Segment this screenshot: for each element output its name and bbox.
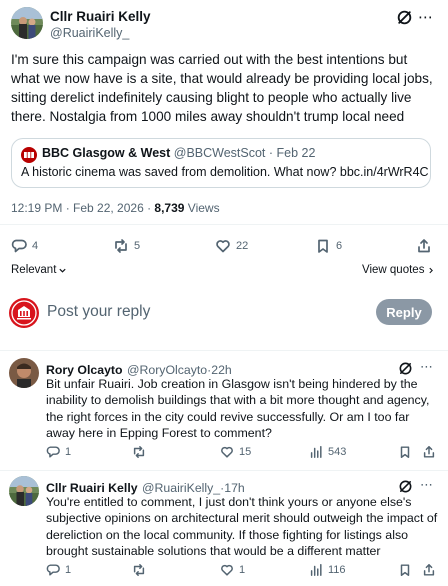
repost-action[interactable] (132, 445, 151, 459)
avatar-photo (11, 7, 43, 39)
like-action[interactable]: 1 (220, 563, 245, 577)
reply-action[interactable]: 1 (46, 445, 71, 459)
quoted-author-handle: @BBCWestScot (173, 146, 266, 160)
repost-icon (133, 564, 145, 576)
repost-icon (115, 239, 127, 253)
share-action[interactable] (422, 445, 436, 459)
views-label: Views (184, 201, 220, 215)
avatar-photo (9, 358, 39, 388)
bookmark-icon (400, 564, 410, 576)
share-icon (423, 446, 435, 458)
bookmark-action[interactable] (398, 563, 412, 577)
reply-author-handle[interactable]: @RoryOlcayto (127, 363, 207, 377)
like-count: 15 (239, 446, 252, 458)
share-action[interactable] (422, 563, 436, 577)
reply-time[interactable]: 17h (224, 481, 245, 495)
reply-author-name[interactable]: Rory Olcayto (46, 363, 123, 377)
reply-text: You're entitled to comment, I just don't… (46, 495, 438, 558)
view-quotes-link[interactable]: View quotes (362, 264, 435, 276)
author-name[interactable]: Cllr Ruairi Kelly (50, 9, 151, 24)
reply-author-handle[interactable]: @RuairiKelly_ (142, 481, 220, 495)
chevron-down-icon (59, 268, 67, 273)
views-count: 543 (328, 446, 347, 458)
reply-time[interactable]: 22h (211, 363, 232, 377)
share-action[interactable] (416, 238, 432, 254)
more-options-icon[interactable]: ⋯ (420, 477, 433, 493)
repost-count: 5 (134, 240, 141, 252)
views-count: 8,739 (154, 201, 185, 215)
reply-button[interactable]: Reply (376, 299, 432, 325)
bbc-logo-icon (21, 147, 37, 163)
heart-icon (221, 564, 233, 576)
reply-icon (46, 446, 60, 458)
repost-icon (133, 446, 145, 458)
reply-count: 4 (32, 240, 39, 252)
analytics-icon (310, 446, 322, 458)
author-avatar[interactable] (11, 7, 43, 39)
quoted-date: Feb 22 (276, 146, 316, 160)
avatar-photo (9, 476, 39, 506)
view-quotes-label: View quotes (362, 264, 425, 276)
bookmark-icon (400, 446, 410, 458)
reply-avatar[interactable] (9, 476, 39, 506)
bookmark-icon (318, 239, 328, 253)
reply-icon (11, 239, 27, 253)
repost-action[interactable] (132, 563, 151, 577)
reply-composer-input[interactable]: Post your reply (47, 303, 367, 321)
reply-count: 1 (65, 564, 72, 576)
views-count: 116 (328, 564, 346, 576)
like-action[interactable]: 15 (220, 445, 251, 459)
bookmark-action[interactable] (398, 445, 412, 459)
like-action[interactable]: 22 (215, 238, 248, 254)
divider (0, 470, 448, 471)
author-handle[interactable]: @RuairiKelly_ (50, 26, 129, 40)
bookmark-count: 6 (336, 240, 343, 252)
more-options-icon[interactable]: ⋯ (418, 8, 434, 26)
sort-replies-dropdown[interactable]: Relevant (11, 264, 67, 276)
reply-action[interactable]: 1 (46, 563, 71, 577)
like-count: 1 (239, 564, 246, 576)
views-action[interactable]: 543 (309, 445, 346, 459)
views-action[interactable]: 116 (309, 563, 346, 577)
grok-icon[interactable] (396, 9, 413, 31)
heart-icon (221, 446, 233, 458)
reply-action[interactable]: 4 (11, 238, 38, 254)
reply-avatar[interactable] (9, 358, 39, 388)
tweet-timestamp[interactable]: 12:19 PM · Feb 22, 2026 · (11, 201, 154, 215)
building-logo-icon (11, 300, 37, 326)
reply-text: Bit unfair Ruairi. Job creation in Glasg… (46, 377, 430, 440)
analytics-icon (310, 564, 322, 576)
divider (0, 350, 448, 351)
bookmark-action[interactable]: 6 (315, 238, 342, 254)
share-icon (418, 239, 430, 253)
reply-count: 1 (65, 446, 72, 458)
heart-icon (216, 240, 230, 253)
own-avatar[interactable] (9, 298, 39, 328)
reply-icon (46, 564, 60, 576)
relevant-label: Relevant (11, 264, 57, 276)
quoted-separator: · (268, 146, 274, 160)
like-count: 22 (236, 240, 249, 252)
quoted-tweet[interactable]: BBC Glasgow & West @BBCWestScot · Feb 22… (11, 138, 431, 188)
repost-action[interactable]: 5 (113, 238, 140, 254)
quoted-text: A historic cinema was saved from demolit… (21, 165, 429, 179)
quoted-author-name: BBC Glasgow & West (42, 146, 171, 160)
more-options-icon[interactable]: ⋯ (420, 359, 433, 375)
chevron-right-icon (429, 267, 434, 273)
share-icon (423, 564, 435, 576)
divider (0, 224, 448, 225)
tweet-text: I'm sure this campaign was carried out w… (11, 52, 433, 124)
reply-author-name[interactable]: Cllr Ruairi Kelly (46, 481, 138, 495)
